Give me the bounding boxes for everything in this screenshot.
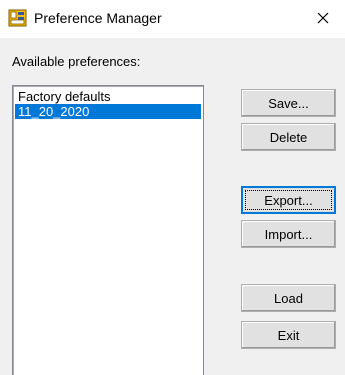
preferences-listbox[interactable]: Factory defaults 11_20_2020 [12,85,204,375]
list-item-11-20-2020[interactable]: 11_20_2020 [15,104,201,119]
save-button[interactable]: Save... [241,89,336,117]
load-button[interactable]: Load [241,284,336,312]
close-button[interactable] [300,0,345,36]
window-title: Preference Manager [34,10,162,26]
import-button[interactable]: Import... [241,220,336,248]
export-button[interactable]: Export... [241,186,336,214]
dialog-body: Available preferences: Factory defaults … [0,38,345,375]
preference-app-icon [8,8,28,28]
close-icon [317,12,329,24]
delete-button[interactable]: Delete [241,123,336,151]
title-bar: Preference Manager [0,0,345,38]
export-button-label: Export... [264,192,313,208]
available-preferences-label: Available preferences: [12,54,141,69]
exit-button[interactable]: Exit [241,321,336,349]
list-item-factory-defaults[interactable]: Factory defaults [15,89,201,104]
